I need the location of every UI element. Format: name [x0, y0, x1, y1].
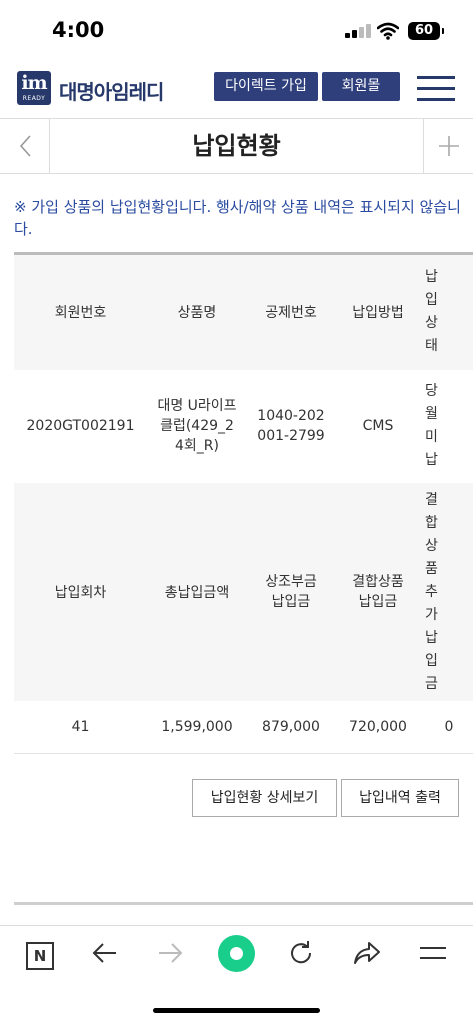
member-mall-button[interactable]: 회원몰 — [322, 72, 400, 101]
header-bundle-paid: 결합상품 납입금 — [335, 483, 421, 701]
logo[interactable]: im READY — [17, 71, 51, 105]
menu-icon[interactable] — [416, 936, 450, 970]
title-bar: 납입현황 — [0, 118, 473, 174]
hamburger-menu-icon[interactable] — [417, 74, 455, 102]
cell-bundle-extra-paid: 0 — [444, 718, 454, 735]
cell-payment-method: CMS — [362, 418, 394, 435]
reload-icon[interactable] — [284, 936, 318, 970]
action-buttons: 납입현황 상세보기 납입내역 출력 — [0, 779, 473, 817]
payment-amount-table: 납입회차 총납입금액 상조부금 납입금 결합상품 납입금 결합상품추가납입금 4… — [14, 483, 473, 754]
cell-installment-count: 41 — [71, 718, 90, 735]
header-funeral-paid: 상조부금 납입금 — [247, 483, 335, 701]
status-bar: 4:00 60 — [0, 0, 473, 60]
battery-icon: 60 — [408, 22, 444, 40]
logo-ready-text: READY — [22, 95, 46, 102]
forward-arrow-icon[interactable] — [153, 936, 187, 970]
table-header-row: 회원번호 상품명 공제번호 납입방법 납입상태 — [14, 253, 473, 370]
header-product-name: 상품명 — [147, 253, 247, 370]
naver-home-icon[interactable] — [218, 935, 255, 972]
payment-summary-table: 회원번호 상품명 공제번호 납입방법 납입상태 2020GT002191 대명 … — [14, 252, 473, 484]
section-divider — [14, 902, 473, 905]
status-time: 4:00 — [52, 18, 105, 42]
back-chevron-icon[interactable] — [0, 119, 50, 173]
logo-mark-text: im — [21, 72, 47, 94]
direct-join-button[interactable]: 다이렉트 가입 — [214, 72, 318, 101]
app-header: im READY 대명아임레디 다이렉트 가입 회원몰 — [0, 60, 473, 118]
cell-product-name: 대명 U라이프클럽(429_24회_R) — [157, 398, 237, 455]
home-indicator — [153, 1008, 320, 1013]
cell-contract-no: 1040-202001-2799 — [257, 408, 325, 445]
header-installment-count: 납입회차 — [14, 483, 147, 701]
cell-bundle-paid: 720,000 — [349, 718, 407, 735]
header-payment-method: 납입방법 — [335, 253, 421, 370]
wifi-icon — [376, 22, 400, 40]
cell-total-paid: 1,599,000 — [161, 718, 233, 735]
page-title: 납입현황 — [192, 132, 281, 160]
print-history-button[interactable]: 납입내역 출력 — [341, 779, 459, 817]
share-icon[interactable] — [350, 936, 384, 970]
naver-n-icon[interactable]: N — [23, 936, 57, 970]
table-row: 41 1,599,000 879,000 720,000 0 — [14, 701, 473, 753]
cell-funeral-paid: 879,000 — [262, 718, 320, 735]
header-member-no: 회원번호 — [14, 253, 147, 370]
detail-view-button[interactable]: 납입현황 상세보기 — [192, 779, 337, 817]
header-total-paid: 총납입금액 — [147, 483, 247, 701]
signal-icon — [345, 24, 371, 38]
table-row: 2020GT002191 대명 U라이프클럽(429_24회_R) 1040-2… — [14, 370, 473, 484]
brand-name[interactable]: 대명아임레디 — [59, 76, 164, 105]
header-bundle-extra-paid: 결합상품추가납입금 — [421, 483, 473, 701]
header-contract-no: 공제번호 — [247, 253, 335, 370]
browser-toolbar: N — [0, 925, 473, 980]
plus-icon[interactable] — [423, 119, 473, 173]
cell-payment-status: 당월미납 — [425, 383, 438, 469]
header-payment-status: 납입상태 — [421, 253, 473, 370]
notice-text: ※ 가입 상품의 납입현황입니다. 행사/해약 상품 내역은 표시되지 않습니다… — [14, 198, 461, 238]
back-arrow-icon[interactable] — [88, 936, 122, 970]
table-header-row: 납입회차 총납입금액 상조부금 납입금 결합상품 납입금 결합상품추가납입금 — [14, 483, 473, 701]
cell-member-no: 2020GT002191 — [26, 418, 135, 435]
